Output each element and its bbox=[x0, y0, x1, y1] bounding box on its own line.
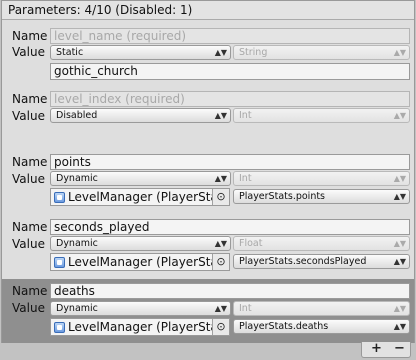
list-footer: + − bbox=[361, 342, 411, 358]
name-label: Name bbox=[12, 29, 48, 43]
value-label: Value bbox=[12, 301, 45, 315]
parameter-block-points: Name points Value Dynamic ▲▼ Int ▲▼ Leve… bbox=[2, 151, 414, 211]
mode-dropdown-label: Dynamic bbox=[56, 303, 98, 314]
mode-dropdown[interactable]: Disabled ▲▼ bbox=[50, 108, 231, 123]
dropdown-arrow-icon: ▲▼ bbox=[393, 48, 406, 57]
static-value-field[interactable]: gothic_church bbox=[50, 63, 410, 80]
parameters-panel: Parameters: 4/10 (Disabled: 1) Name leve… bbox=[1, 0, 415, 343]
value-label: Value bbox=[12, 109, 45, 123]
type-dropdown: String ▲▼ bbox=[233, 45, 410, 60]
mode-dropdown-label: Dynamic bbox=[56, 238, 98, 249]
target-object-label: LevelManager (PlayerStats) bbox=[68, 255, 230, 269]
mode-dropdown[interactable]: Dynamic ▲▼ bbox=[50, 171, 231, 186]
dropdown-arrow-icon: ▲▼ bbox=[393, 174, 406, 183]
object-picker-icon[interactable]: ⊙ bbox=[212, 319, 229, 335]
value-label: Value bbox=[12, 172, 45, 186]
type-dropdown-label: Int bbox=[239, 303, 252, 314]
script-object-icon bbox=[54, 192, 65, 203]
parameter-block-seconds-played: Name seconds_played Value Dynamic ▲▼ Flo… bbox=[2, 216, 414, 276]
mode-dropdown-label: Dynamic bbox=[56, 173, 98, 184]
mode-dropdown-label: Disabled bbox=[56, 110, 98, 121]
parameter-name-field[interactable]: seconds_played bbox=[50, 219, 410, 235]
remove-parameter-button[interactable]: − bbox=[394, 342, 405, 356]
type-dropdown-label: Float bbox=[239, 238, 263, 249]
script-object-icon bbox=[54, 257, 65, 268]
property-dropdown[interactable]: PlayerStats.secondsPlayed ▲▼ bbox=[233, 254, 410, 269]
parameter-name-field[interactable]: deaths bbox=[50, 283, 410, 299]
target-object-label: LevelManager (PlayerStats) bbox=[68, 320, 230, 334]
dropdown-arrow-icon: ▲▼ bbox=[214, 174, 227, 183]
parameter-name-field[interactable]: points bbox=[50, 154, 410, 170]
dropdown-arrow-icon: ▲▼ bbox=[214, 304, 227, 313]
value-label: Value bbox=[12, 237, 45, 251]
add-parameter-button[interactable]: + bbox=[371, 342, 382, 356]
parameter-name-field[interactable]: level_name (required) bbox=[50, 28, 410, 44]
parameter-name-field[interactable]: level_index (required) bbox=[50, 91, 410, 107]
property-dropdown-label: PlayerStats.points bbox=[239, 191, 326, 202]
parameters-header: Parameters: 4/10 (Disabled: 1) bbox=[2, 1, 414, 20]
value-label: Value bbox=[12, 45, 45, 59]
type-dropdown: Int ▲▼ bbox=[233, 171, 410, 186]
type-dropdown-label: Int bbox=[239, 173, 252, 184]
dropdown-arrow-icon: ▲▼ bbox=[214, 48, 227, 57]
type-dropdown: Int ▲▼ bbox=[233, 301, 410, 316]
dropdown-arrow-icon: ▲▼ bbox=[393, 304, 406, 313]
dropdown-arrow-icon: ▲▼ bbox=[393, 322, 406, 331]
property-dropdown[interactable]: PlayerStats.deaths ▲▼ bbox=[233, 319, 410, 334]
object-picker-icon[interactable]: ⊙ bbox=[212, 189, 229, 205]
property-dropdown-label: PlayerStats.secondsPlayed bbox=[239, 256, 367, 267]
name-label: Name bbox=[12, 284, 48, 298]
target-object-field[interactable]: LevelManager (PlayerStats) ⊙ bbox=[50, 188, 230, 206]
target-object-label: LevelManager (PlayerStats) bbox=[68, 190, 230, 204]
parameter-block-level-name: Name level_name (required) Value Static … bbox=[2, 23, 414, 83]
name-label: Name bbox=[12, 155, 48, 169]
name-label: Name bbox=[12, 220, 48, 234]
object-picker-icon[interactable]: ⊙ bbox=[212, 254, 229, 270]
mode-dropdown-label: Static bbox=[56, 47, 84, 58]
dropdown-arrow-icon: ▲▼ bbox=[214, 239, 227, 248]
mode-dropdown[interactable]: Static ▲▼ bbox=[50, 45, 231, 60]
mode-dropdown[interactable]: Dynamic ▲▼ bbox=[50, 301, 231, 316]
target-object-field[interactable]: LevelManager (PlayerStats) ⊙ bbox=[50, 318, 230, 336]
type-dropdown: Int ▲▼ bbox=[233, 108, 410, 123]
name-label: Name bbox=[12, 92, 48, 106]
script-object-icon bbox=[54, 322, 65, 333]
target-object-field[interactable]: LevelManager (PlayerStats) ⊙ bbox=[50, 253, 230, 271]
dropdown-arrow-icon: ▲▼ bbox=[393, 192, 406, 201]
parameter-block-level-index: Name level_index (required) Value Disabl… bbox=[2, 88, 414, 130]
dropdown-arrow-icon: ▲▼ bbox=[214, 111, 227, 120]
parameter-block-deaths[interactable]: Name deaths Value Dynamic ▲▼ Int ▲▼ Leve… bbox=[2, 279, 414, 343]
property-dropdown-label: PlayerStats.deaths bbox=[239, 321, 329, 332]
type-dropdown-label: String bbox=[239, 47, 268, 58]
dropdown-arrow-icon: ▲▼ bbox=[393, 257, 406, 266]
property-dropdown[interactable]: PlayerStats.points ▲▼ bbox=[233, 189, 410, 204]
dropdown-arrow-icon: ▲▼ bbox=[393, 111, 406, 120]
type-dropdown-label: Int bbox=[239, 110, 252, 121]
type-dropdown: Float ▲▼ bbox=[233, 236, 410, 251]
mode-dropdown[interactable]: Dynamic ▲▼ bbox=[50, 236, 231, 251]
dropdown-arrow-icon: ▲▼ bbox=[393, 239, 406, 248]
